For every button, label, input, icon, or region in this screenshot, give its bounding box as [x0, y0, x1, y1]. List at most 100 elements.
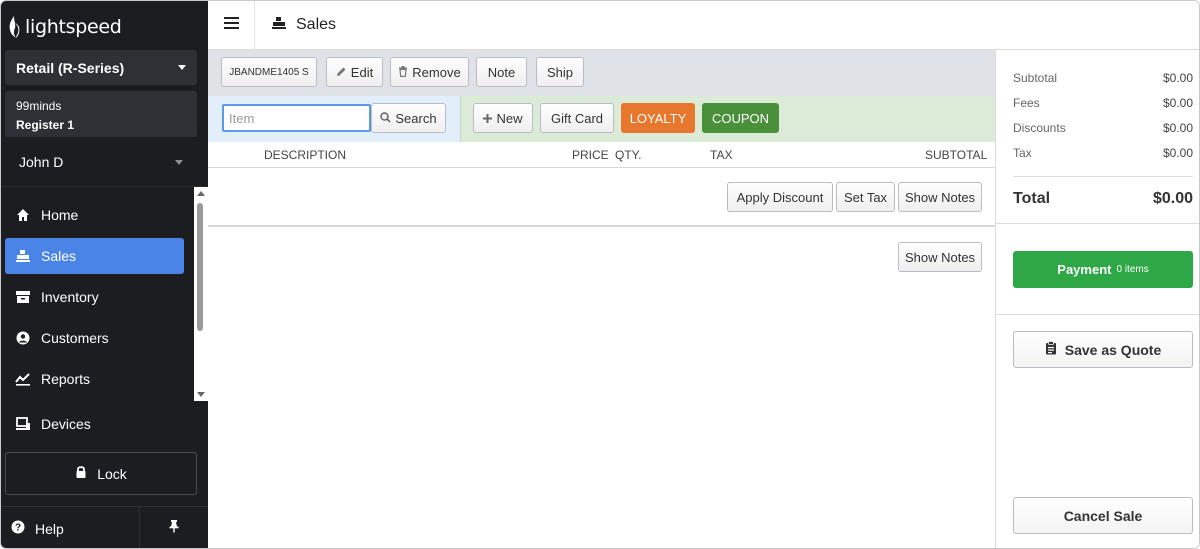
col-description: DESCRIPTION	[264, 148, 347, 162]
account-label: Retail (R-Series)	[16, 59, 125, 76]
logo-text: lightspeed	[25, 16, 122, 38]
register-icon	[15, 248, 31, 264]
set-tax-button[interactable]: Set Tax	[836, 182, 895, 212]
item-search-input[interactable]	[222, 104, 371, 132]
sidebar-item-devices[interactable]: Devices	[5, 406, 184, 442]
pencil-icon	[336, 65, 347, 80]
sidebar-scrollbar[interactable]	[194, 187, 208, 401]
divider	[1, 186, 208, 187]
cancel-sale-button[interactable]: Cancel Sale	[1013, 497, 1193, 534]
clipboard-icon	[1045, 341, 1057, 358]
trash-icon	[398, 65, 408, 80]
menu-toggle-button[interactable]	[208, 1, 255, 50]
chart-icon	[15, 371, 31, 387]
show-notes-button[interactable]: Show Notes	[898, 182, 982, 212]
pin-button[interactable]	[140, 507, 208, 548]
payment-label: Payment	[1057, 262, 1112, 277]
pin-icon	[168, 519, 180, 538]
sale-id-button[interactable]: JBANDME1405 S	[221, 57, 317, 87]
devices-icon	[15, 416, 31, 432]
payment-button[interactable]: Payment 0 items	[1013, 251, 1193, 288]
summary-fees: Fees $0.00	[1013, 96, 1193, 110]
home-icon	[15, 207, 31, 223]
register-store: 99minds	[16, 99, 62, 113]
summary-tax: Tax $0.00	[1013, 146, 1193, 160]
sidebar-item-home[interactable]: Home	[5, 197, 184, 233]
user-menu[interactable]: John D	[5, 145, 197, 179]
account-selector[interactable]: Retail (R-Series)	[5, 50, 197, 85]
sidebar-item-inventory[interactable]: Inventory	[5, 279, 184, 315]
total-label: Total	[1013, 190, 1051, 207]
divider	[996, 223, 1199, 224]
ship-button[interactable]: Ship	[536, 57, 584, 87]
note-button[interactable]: Note	[476, 57, 527, 87]
sale-summary-panel: Subtotal $0.00 Fees $0.00 Discounts $0.0…	[995, 50, 1199, 548]
loyalty-button[interactable]: LOYALTY	[621, 103, 695, 133]
line-items-header: DESCRIPTION PRICE QTY. TAX SUBTOTAL	[208, 142, 995, 168]
sidebar-item-label: Home	[41, 207, 79, 223]
app-window: lightspeed Retail (R-Series) 99minds Reg…	[0, 0, 1200, 549]
col-qty: QTY.	[615, 148, 642, 162]
summary-value: $0.00	[1162, 96, 1193, 110]
summary-subtotal: Subtotal $0.00	[1013, 71, 1193, 85]
sidebar-item-label: Devices	[41, 416, 91, 432]
coupon-button[interactable]: COUPON	[702, 103, 779, 133]
register-info: 99minds Register 1	[5, 91, 197, 137]
register-icon	[271, 16, 287, 35]
remove-button[interactable]: Remove	[390, 57, 469, 87]
remove-label: Remove	[412, 64, 461, 80]
gift-card-button[interactable]: Gift Card	[540, 103, 614, 133]
chevron-down-icon	[175, 159, 183, 165]
scrollbar-thumb[interactable]	[197, 203, 203, 331]
sidebar-item-label: Inventory	[41, 289, 99, 305]
sidebar-item-customers[interactable]: Customers	[5, 320, 184, 356]
sidebar-item-label: Customers	[41, 330, 109, 346]
search-label: Search	[395, 110, 437, 126]
sidebar-item-label: Reports	[41, 371, 91, 387]
summary-label: Fees	[1013, 96, 1040, 110]
scroll-up-icon[interactable]	[197, 191, 205, 196]
save-as-quote-button[interactable]: Save as Quote	[1013, 331, 1193, 368]
logo[interactable]: lightspeed	[7, 13, 122, 41]
sidebar-footer: ? Help	[1, 506, 208, 548]
col-tax: TAX	[710, 148, 733, 162]
lightspeed-flame-icon	[7, 15, 21, 39]
help-label: Help	[35, 520, 64, 537]
save-quote-label: Save as Quote	[1064, 341, 1162, 358]
sidebar-item-reports[interactable]: Reports	[5, 361, 184, 397]
sidebar-item-sales[interactable]: Sales	[5, 238, 184, 274]
summary-discounts: Discounts $0.00	[1013, 121, 1193, 135]
inventory-icon	[15, 289, 31, 305]
new-item-button[interactable]: New	[473, 103, 533, 133]
chevron-down-icon	[178, 65, 186, 70]
page-title: Sales	[255, 16, 336, 35]
help-button[interactable]: ? Help	[1, 507, 140, 548]
summary-label: Tax	[1013, 146, 1032, 160]
search-icon	[380, 111, 391, 126]
user-name: John D	[19, 154, 64, 170]
summary-label: Subtotal	[1013, 71, 1058, 85]
scroll-down-icon[interactable]	[197, 392, 205, 397]
col-subtotal: SUBTOTAL	[925, 148, 988, 162]
summary-value: $0.00	[1162, 121, 1193, 135]
edit-label: Edit	[350, 64, 374, 80]
edit-button[interactable]: Edit	[326, 57, 383, 87]
customer-icon	[15, 330, 31, 346]
lock-label: Lock	[97, 465, 127, 482]
payment-item-count: 0 items	[1116, 264, 1149, 275]
search-button[interactable]: Search	[371, 103, 446, 133]
col-price: PRICE	[572, 148, 609, 162]
lock-icon	[75, 465, 87, 482]
sidebar-item-label: Sales	[41, 248, 77, 264]
total-value: $0.00	[1152, 190, 1193, 207]
show-notes-button[interactable]: Show Notes	[898, 242, 982, 272]
new-label: New	[496, 110, 523, 126]
summary-value: $0.00	[1162, 71, 1193, 85]
lock-button[interactable]: Lock	[5, 452, 197, 495]
page-title-text: Sales	[296, 16, 337, 33]
apply-discount-button[interactable]: Apply Discount	[727, 182, 833, 212]
summary-label: Discounts	[1013, 121, 1066, 135]
plus-icon	[483, 111, 493, 126]
help-icon: ?	[11, 520, 25, 537]
summary-value: $0.00	[1162, 146, 1193, 160]
